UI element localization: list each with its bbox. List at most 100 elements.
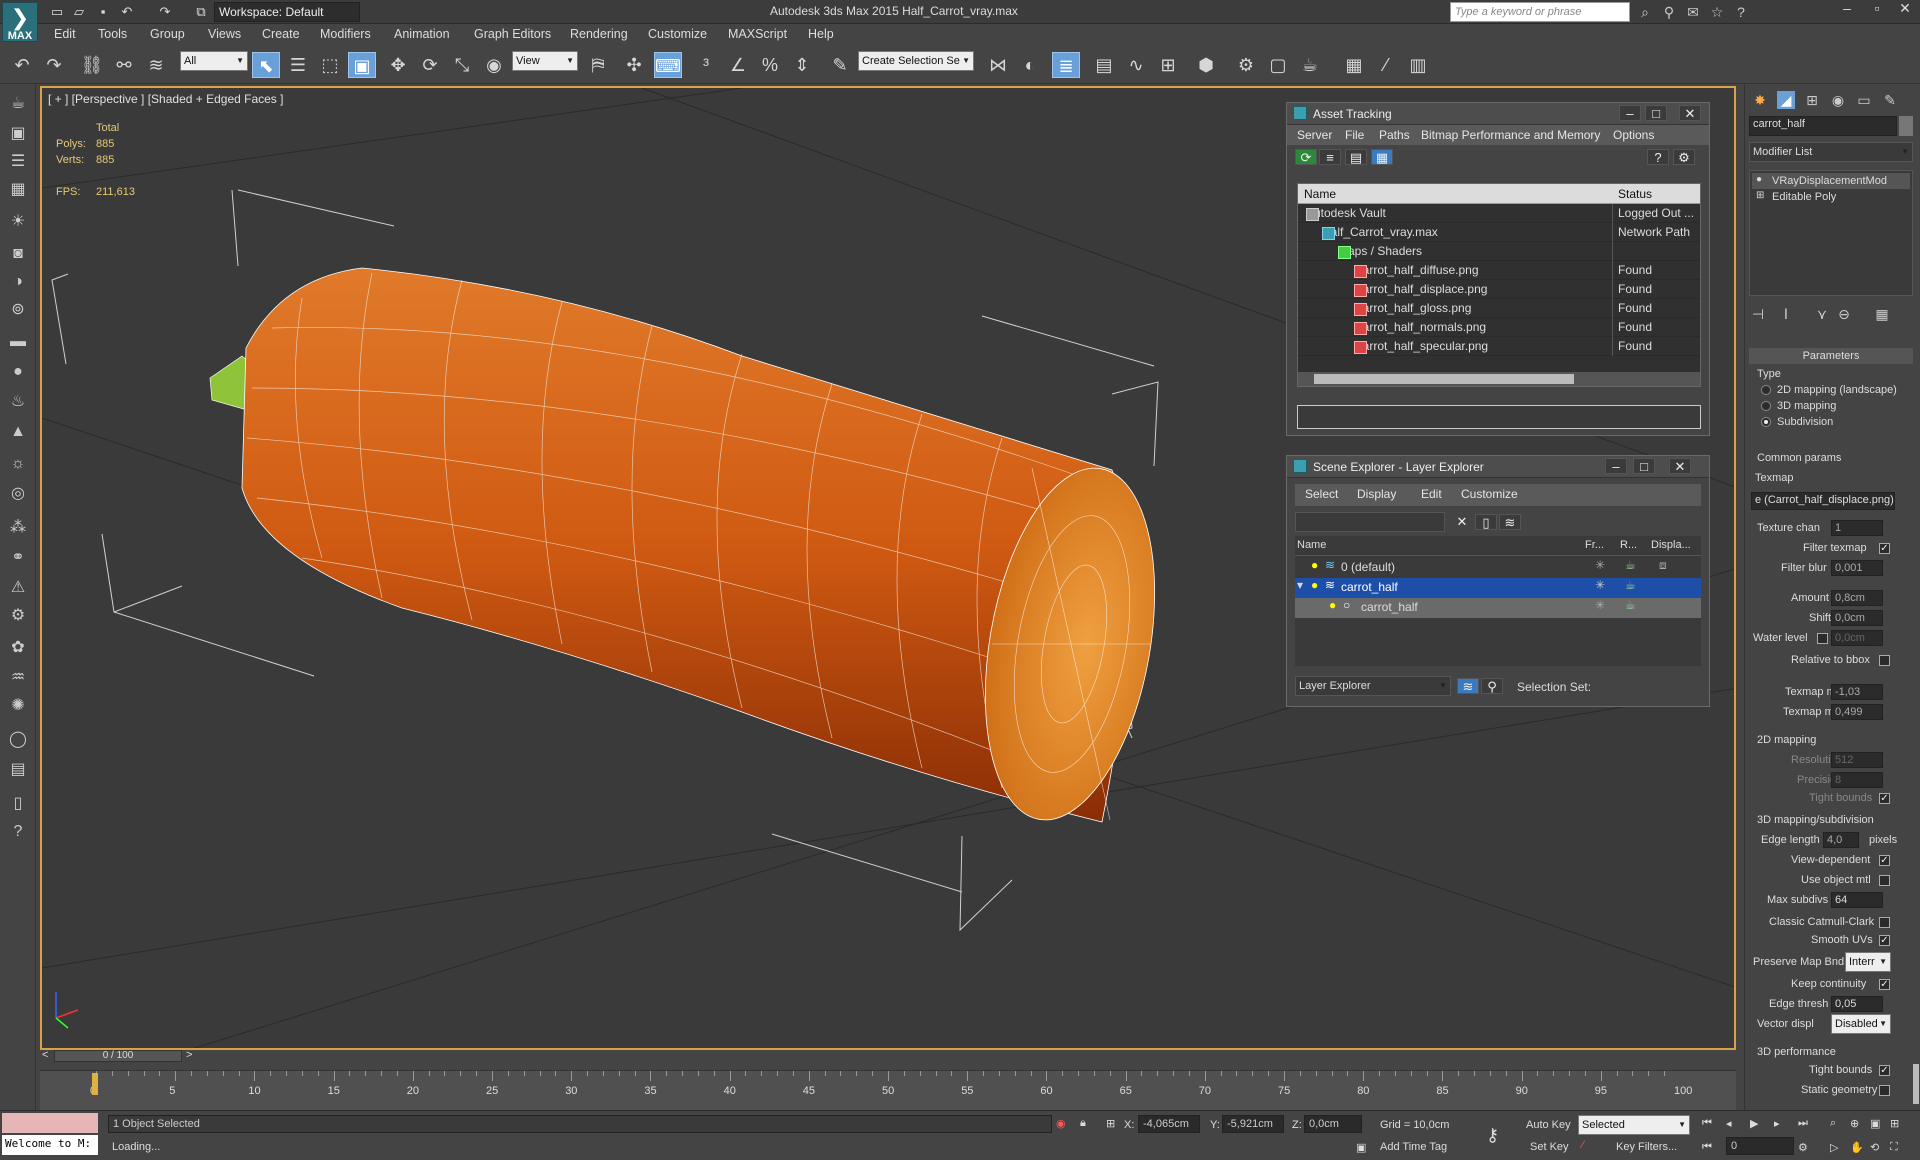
communication-icon[interactable]: ✉ (1684, 3, 1702, 21)
col-status[interactable]: Status (1618, 187, 1652, 201)
snaps-toggle-icon[interactable]: ³ (692, 52, 720, 78)
edge-length-spinner[interactable]: 4,0 (1823, 832, 1859, 848)
settings-icon[interactable]: ⚙ (1673, 149, 1695, 165)
edge-thresh-spinner[interactable]: 0,05 (1831, 996, 1883, 1012)
time-slider-thumb[interactable]: 0 / 100 (54, 1050, 182, 1062)
spinner-snap-icon[interactable]: ⇕ (788, 52, 816, 78)
new-file-icon[interactable]: ▭ (48, 3, 66, 21)
bulb-icon[interactable]: ● (1311, 578, 1318, 592)
command-panel-scrollbar[interactable] (1913, 1064, 1919, 1104)
precision-spinner[interactable]: 8 (1831, 772, 1883, 788)
menu-animation[interactable]: Animation (394, 27, 450, 41)
save-file-icon[interactable]: ▪ (94, 3, 112, 21)
x-coord-field[interactable]: -4,065cm (1138, 1115, 1200, 1133)
redo-icon[interactable]: ↷ (156, 3, 174, 21)
render-icon[interactable]: ▣ (6, 122, 30, 146)
teapot-object-icon[interactable]: ♨ (6, 390, 30, 414)
torus-icon[interactable]: ◎ (6, 482, 30, 506)
light-bulb-icon[interactable]: ☀ (6, 210, 30, 234)
filter-blur-spinner[interactable]: 0,001 (1831, 560, 1883, 576)
keyboard-shortcut-icon[interactable]: ⌨ (654, 52, 682, 78)
cone-icon[interactable]: ▲ (6, 420, 30, 444)
render-teapot-icon[interactable]: ☕ (1625, 598, 1636, 612)
tight-bounds-2-checkbox[interactable]: ✓ (1879, 1065, 1890, 1076)
stack-item-editable-poly[interactable]: Editable Poly (1752, 189, 1910, 205)
set-key-icon[interactable]: ⁄ (1582, 1139, 1584, 1151)
menu-group[interactable]: Group (150, 27, 185, 41)
isolate-icon[interactable]: ◉ (1056, 1117, 1066, 1130)
time-next-icon[interactable]: > (186, 1049, 192, 1061)
add-time-tag[interactable]: Add Time Tag (1380, 1141, 1447, 1153)
render-setup-icon[interactable]: ⚙ (1232, 52, 1260, 78)
asset-menu-bitmap[interactable]: Bitmap Performance and Memory (1421, 128, 1600, 142)
shift-spinner[interactable]: 0,0cm (1831, 610, 1883, 626)
col-name[interactable]: Name (1304, 187, 1336, 201)
angle-snap-icon[interactable]: ∠ (724, 52, 752, 78)
refresh-icon[interactable]: ⟳ (1295, 149, 1317, 165)
radio-3d-mapping[interactable] (1761, 401, 1771, 411)
col-render[interactable]: R... (1620, 539, 1637, 551)
zoom-all-icon[interactable]: ⊕ (1850, 1117, 1859, 1130)
named-selection-dropdown[interactable]: Create Selection Se (858, 51, 974, 71)
menu-customize[interactable]: Customize (648, 27, 707, 41)
freeze-icon[interactable]: ✳ (1595, 558, 1605, 572)
hair-icon[interactable]: ♒ (6, 666, 30, 690)
next-frame-icon[interactable]: ▸ (1774, 1117, 1780, 1130)
utilities-icon[interactable]: ▯ (6, 792, 30, 816)
freeze-icon[interactable]: ✳ (1595, 598, 1605, 612)
current-frame-field[interactable]: 0 (1726, 1137, 1794, 1155)
redo-icon[interactable]: ↷ (40, 52, 68, 78)
tight-bounds-checkbox[interactable]: ✓ (1879, 793, 1890, 804)
detail-view-icon[interactable]: ▤ (1345, 149, 1367, 165)
pan-icon[interactable]: ✋ (1850, 1141, 1864, 1154)
modify-tab-icon[interactable]: ◢ (1777, 91, 1795, 109)
texmap-min-spinner[interactable]: -1,03 (1831, 684, 1883, 700)
time-prev-icon[interactable]: < (42, 1049, 48, 1061)
unlink-icon[interactable]: ⚯ (110, 52, 138, 78)
menu-tools[interactable]: Tools (98, 27, 127, 41)
catmull-clark-checkbox[interactable] (1879, 917, 1890, 928)
keep-continuity-checkbox[interactable]: ✓ (1879, 979, 1890, 990)
scene-menu-customize[interactable]: Customize (1461, 487, 1518, 501)
teapot-icon[interactable]: ☕ (6, 92, 30, 116)
move-icon[interactable]: ✥ (384, 52, 412, 78)
parameters-rollout-header[interactable]: Parameters (1749, 348, 1913, 364)
align-icon[interactable]: ◐ (1016, 52, 1044, 78)
scene-menu-edit[interactable]: Edit (1421, 487, 1442, 501)
maximize-icon[interactable]: ▫ (1862, 0, 1892, 18)
clear-search-icon[interactable]: ✕ (1451, 514, 1473, 530)
layer-row-carrot[interactable]: ▾ ● ≋ carrot_half ✳ ☕ (1295, 578, 1701, 598)
minimize-icon[interactable]: – (1605, 458, 1627, 474)
filter-texmap-checkbox[interactable]: ✓ (1879, 543, 1890, 554)
utilities-tab-icon[interactable]: ✎ (1881, 91, 1899, 109)
layer-explorer-icon[interactable]: ≣ (1052, 52, 1080, 78)
find-icon[interactable]: ▯ (1475, 514, 1497, 530)
minimize-icon[interactable]: – (1619, 105, 1641, 121)
frame-buffer-icon[interactable]: ▥ (1404, 52, 1432, 78)
display-sphere-icon[interactable]: ◯ (6, 728, 30, 752)
configure-sets-icon[interactable]: ▦ (1873, 305, 1891, 323)
amount-spinner[interactable]: 0,8cm (1831, 590, 1883, 606)
select-object-icon[interactable]: ⬉ (252, 52, 280, 78)
asset-row[interactable]: Carrot_half_specular.png Found (1298, 337, 1700, 356)
asset-tracking-title-bar[interactable]: Asset Tracking – □ ✕ (1287, 103, 1709, 125)
y-coord-field[interactable]: -5,921cm (1222, 1115, 1284, 1133)
window-crossing-icon[interactable]: ▣ (348, 52, 376, 78)
radio-subdivision[interactable] (1761, 417, 1771, 427)
app-logo[interactable]: ❯ MAX (2, 2, 38, 42)
box-icon[interactable]: ▬ (6, 330, 30, 354)
rendered-frame-icon[interactable]: ▢ (1264, 52, 1292, 78)
system-icon[interactable]: ⚙ (6, 604, 30, 628)
checker-icon[interactable]: ▦ (1340, 52, 1368, 78)
help-icon[interactable]: ? (1647, 149, 1669, 165)
expand-icon[interactable]: ▾ (1297, 578, 1303, 592)
close-icon[interactable]: ✕ (1679, 105, 1701, 121)
pin-stack-icon[interactable]: ⊣ (1749, 305, 1767, 323)
render-teapot-icon[interactable]: ☕ (1296, 52, 1324, 78)
absolute-mode-icon[interactable]: ⊞ (1106, 1117, 1115, 1130)
maxscript-listener[interactable] (2, 1113, 98, 1133)
goto-start-icon[interactable]: ⏮ (1702, 1117, 1712, 1130)
zoom-icon[interactable]: ⌕ (1830, 1117, 1836, 1130)
asset-menu-paths[interactable]: Paths (1379, 128, 1410, 142)
key-filters-button[interactable]: Key Filters... (1616, 1141, 1677, 1153)
